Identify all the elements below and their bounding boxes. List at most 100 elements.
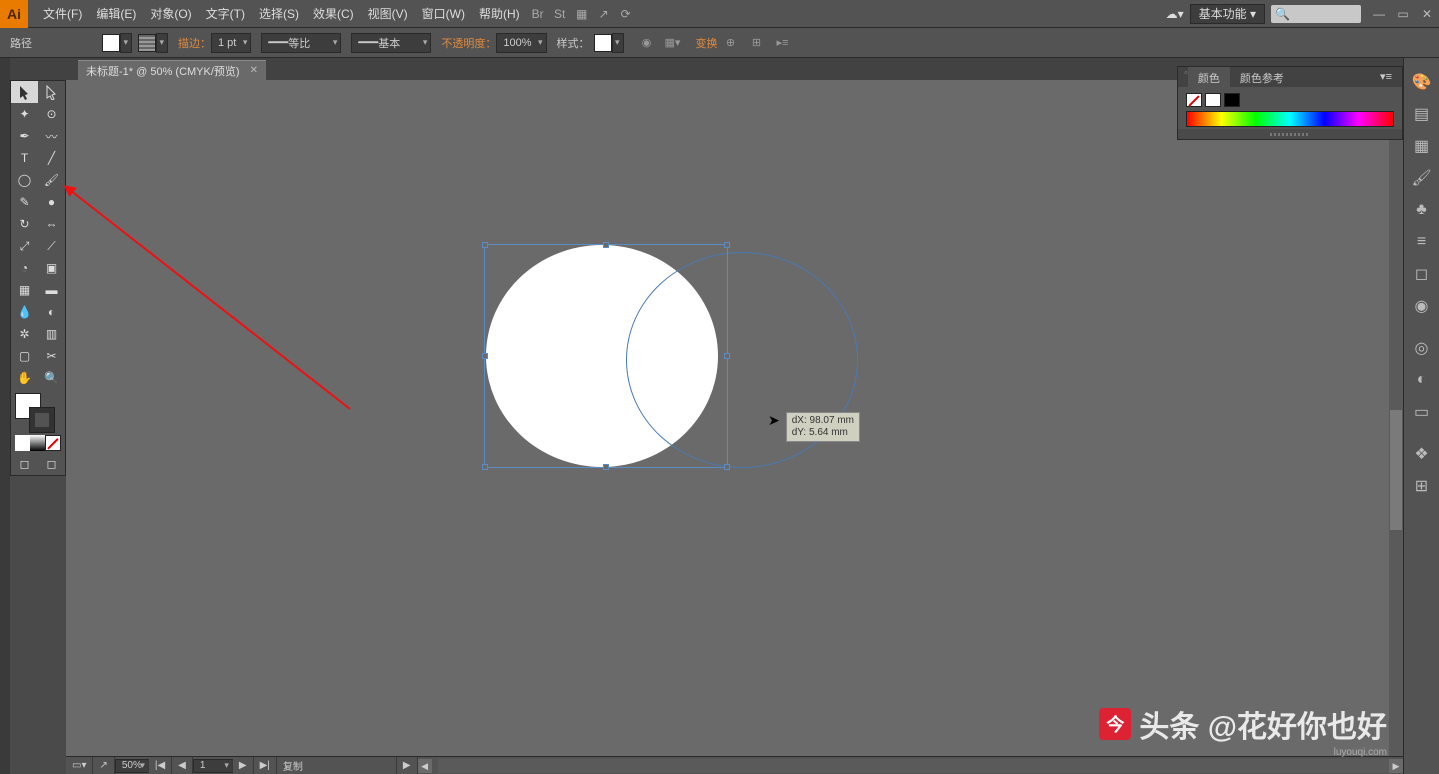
hand-tool[interactable]: ✋	[11, 367, 38, 389]
resize-handle[interactable]	[724, 353, 730, 359]
screen-mode-icon[interactable]: ↗	[593, 3, 615, 25]
line-tool[interactable]: ╱	[38, 147, 65, 169]
menu-file[interactable]: 文件(F)	[36, 5, 89, 22]
menu-edit[interactable]: 编辑(E)	[89, 5, 143, 22]
menu-window[interactable]: 窗口(W)	[415, 5, 472, 22]
recolor-artwork-icon[interactable]: ◉	[636, 32, 658, 54]
zoom-level-input[interactable]: 50%	[115, 759, 149, 773]
color-panel-icon[interactable]: 🎨	[1409, 69, 1435, 95]
scrollbar-thumb[interactable]	[1390, 410, 1402, 530]
cloud-sync-icon[interactable]: ☁▾	[1160, 0, 1190, 27]
isolate-icon[interactable]: ⊕	[720, 32, 742, 54]
graphic-style-swatch[interactable]	[594, 34, 612, 52]
resize-handle[interactable]	[482, 242, 488, 248]
window-minimize-icon[interactable]: —	[1367, 7, 1391, 21]
draw-mode-behind[interactable]: ◻	[38, 453, 65, 475]
canvas[interactable]: ➤ dX: 98.07 mm dY: 5.64 mm	[66, 80, 1403, 756]
variable-width-profile[interactable]: ━━━ 等比	[261, 33, 341, 53]
color-white-swatch[interactable]	[1205, 93, 1221, 107]
lasso-tool[interactable]: ⊙	[38, 103, 65, 125]
stroke-panel-icon[interactable]: ≡	[1409, 229, 1435, 255]
eyedropper-tool[interactable]: 💧	[11, 301, 38, 323]
gradient-mode-icon[interactable]	[30, 435, 45, 451]
brush-definition[interactable]: ━━━ 基本	[351, 33, 431, 53]
fill-dropdown[interactable]	[120, 33, 132, 53]
stroke-color-box[interactable]	[29, 407, 55, 433]
magic-wand-tool[interactable]: ✦	[11, 103, 38, 125]
sync-icon[interactable]: ⟳	[615, 3, 637, 25]
color-none-swatch[interactable]	[1186, 93, 1202, 107]
window-close-icon[interactable]: ✕	[1415, 7, 1439, 21]
artboards-panel-icon[interactable]: ⊞	[1409, 473, 1435, 499]
scale-tool[interactable]: ⤢	[11, 235, 38, 257]
ellipse-tool[interactable]: ◯	[11, 169, 38, 191]
color-guide-tab[interactable]: 颜色参考	[1230, 67, 1294, 87]
rotate-tool[interactable]: ↻	[11, 213, 38, 235]
help-search-input[interactable]: 🔍	[1271, 5, 1361, 23]
artboard-nav-input[interactable]: 1	[193, 759, 233, 773]
draw-mode-normal[interactable]: ◻	[11, 453, 38, 475]
menu-view[interactable]: 视图(V)	[361, 5, 415, 22]
appearance-panel-icon[interactable]: ◎	[1409, 335, 1435, 361]
options-flyout-icon[interactable]: ▸≡	[772, 32, 794, 54]
arrange-docs-icon[interactable]: ▦	[571, 3, 593, 25]
document-tab[interactable]: 未标题-1* @ 50% (CMYK/预览) ✕	[78, 60, 266, 80]
direct-selection-tool[interactable]	[38, 81, 65, 103]
status-dropdown-icon[interactable]: ▶	[397, 757, 418, 774]
transform-label[interactable]: 变换	[696, 35, 718, 51]
panel-menu-icon[interactable]: ▾≡	[1370, 67, 1402, 87]
workspace-switcher[interactable]: 基本功能 ▾	[1190, 4, 1265, 24]
shape-builder-tool[interactable]: ◔	[11, 257, 38, 279]
stroke-swatch[interactable]	[138, 34, 156, 52]
artboard-next-icon[interactable]: ▶	[233, 757, 254, 774]
symbol-sprayer-tool[interactable]: ✲	[11, 323, 38, 345]
resize-handle[interactable]	[482, 464, 488, 470]
selection-bounding-box[interactable]	[484, 244, 728, 468]
menu-select[interactable]: 选择(S)	[252, 5, 306, 22]
status-menu-icon[interactable]: ▭▾	[66, 757, 93, 774]
color-black-swatch[interactable]	[1224, 93, 1240, 107]
stroke-dropdown[interactable]	[156, 33, 168, 53]
vertical-scrollbar[interactable]	[1389, 80, 1403, 756]
window-maximize-icon[interactable]: ▭	[1391, 7, 1415, 21]
swatches-panel-icon[interactable]: ▦	[1409, 133, 1435, 159]
stock-icon[interactable]: St	[549, 3, 571, 25]
resize-handle[interactable]	[724, 464, 730, 470]
layers-panel-icon[interactable]: ❖	[1409, 441, 1435, 467]
resize-handle[interactable]	[724, 242, 730, 248]
close-tab-icon[interactable]: ✕	[250, 65, 258, 76]
hscroll-right-icon[interactable]: ▶	[1389, 759, 1403, 773]
graphic-styles-panel-icon[interactable]: ◐	[1409, 367, 1435, 393]
menu-type[interactable]: 文字(T)	[199, 5, 252, 22]
resize-handle[interactable]	[603, 464, 609, 470]
select-similar-icon[interactable]: ⊞	[746, 32, 768, 54]
bridge-icon[interactable]: Br	[527, 3, 549, 25]
curvature-tool[interactable]: 〰	[38, 125, 65, 147]
fill-stroke-control[interactable]	[11, 389, 65, 433]
symbols-panel-icon[interactable]: ♣	[1409, 197, 1435, 223]
none-mode-icon[interactable]	[45, 435, 61, 451]
horizontal-scrollbar[interactable]	[438, 759, 1389, 773]
panel-resize-grip[interactable]	[1178, 129, 1402, 139]
selection-tool[interactable]	[11, 81, 38, 103]
fill-swatch[interactable]	[102, 34, 120, 52]
gradient-panel-icon[interactable]: ◻	[1409, 261, 1435, 287]
pencil-tool[interactable]: ✎	[11, 191, 38, 213]
color-tab[interactable]: 颜色	[1188, 67, 1230, 87]
status-share-icon[interactable]: ↗	[93, 757, 114, 774]
artboard-prev-first-icon[interactable]: |◀	[149, 757, 172, 774]
brushes-panel-icon[interactable]: 🖌	[1409, 165, 1435, 191]
stroke-weight-input[interactable]: 1 pt	[211, 33, 251, 53]
align-icon[interactable]: ▦▾	[662, 32, 684, 54]
properties-panel-icon[interactable]: ▤	[1409, 101, 1435, 127]
menu-help[interactable]: 帮助(H)	[472, 5, 527, 22]
resize-handle[interactable]	[603, 242, 609, 248]
transparency-panel-icon[interactable]: ◉	[1409, 293, 1435, 319]
align-panel-icon[interactable]: ▭	[1409, 399, 1435, 425]
resize-handle[interactable]	[482, 353, 488, 359]
artboard-next-last-icon[interactable]: ▶|	[254, 757, 277, 774]
menu-effect[interactable]: 效果(C)	[306, 5, 361, 22]
artboard-tool[interactable]: ▢	[11, 345, 38, 367]
style-dropdown[interactable]	[612, 33, 624, 53]
type-tool[interactable]: T	[11, 147, 38, 169]
